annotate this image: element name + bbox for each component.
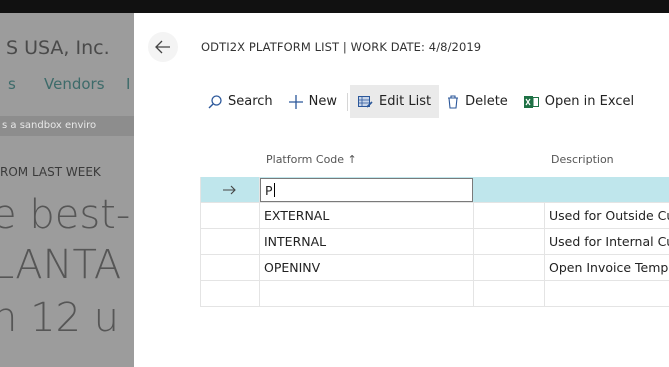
plus-icon [288,94,303,109]
description-cell[interactable]: Used for Internal Customers [545,229,669,254]
new-label: New [308,94,338,109]
top-bar [0,0,669,13]
column-header-description[interactable]: Description [551,153,614,166]
platform-code-cell[interactable] [260,281,474,306]
platform-list-dialog: ODTI2X PLATFORM LIST | WORK DATE: 4/8/20… [134,13,669,367]
platform-code-cell[interactable]: INTERNAL [260,229,474,254]
column-header-platform-code[interactable]: Platform Code ↑ [266,153,357,166]
text-caret [273,183,275,197]
nav-item-vendors: Vendors [44,75,105,93]
arrow-right-icon [223,185,236,194]
empty-cell [474,229,545,254]
description-cell[interactable]: Used for Outside Customers [545,203,669,228]
grid-header: Platform Code ↑ Description [200,143,669,177]
arrow-left-icon [155,40,170,54]
edit-list-icon [358,95,373,108]
platform-code-cell[interactable]: OPENINV [260,255,474,280]
empty-cell [474,281,545,306]
excel-icon [523,95,539,108]
row-indicator [200,177,260,202]
nav-item-partial: s [8,75,16,93]
row-selector[interactable] [200,203,260,228]
back-button[interactable] [148,32,178,62]
search-button[interactable]: Search [200,85,281,118]
platform-grid: Platform Code ↑ Description P EXTERNAL U… [200,143,669,307]
row-selector[interactable] [200,255,260,280]
headline-text-line-3: n 12 u [0,295,120,341]
row-selector[interactable] [200,281,260,306]
platform-code-input-value: P [265,183,273,198]
description-cell[interactable]: Open Invoice Template [545,255,669,280]
description-cell[interactable] [545,281,669,306]
page-title: ODTI2X PLATFORM LIST | WORK DATE: 4/8/20… [201,40,482,54]
trash-icon [448,94,459,109]
open-in-excel-button[interactable]: Open in Excel [516,85,642,118]
new-button[interactable]: New [281,85,345,118]
background-role-center: S USA, Inc. s Vendors I s a sandbox envi… [0,13,134,367]
table-row[interactable]: OPENINV Open Invoice Template [200,255,669,281]
open-in-excel-label: Open in Excel [544,94,635,109]
toolbar-divider [347,92,349,111]
table-row-new[interactable]: P [200,177,669,203]
platform-code-input[interactable]: P [260,178,473,202]
delete-label: Delete [465,94,508,109]
empty-cell [474,203,545,228]
table-row-empty[interactable] [200,281,669,307]
platform-code-cell[interactable]: EXTERNAL [260,203,474,228]
search-label: Search [228,94,273,109]
table-row[interactable]: INTERNAL Used for Internal Customers [200,229,669,255]
headline-label: ROM LAST WEEK [0,165,101,179]
sandbox-notice: s a sandbox enviro [0,116,134,136]
search-icon [208,94,222,108]
company-name: S USA, Inc. [6,37,110,59]
delete-button[interactable]: Delete [439,85,516,118]
headline-text-line-2: LANTA [0,242,122,288]
edit-list-button[interactable]: Edit List [350,85,440,118]
empty-cell [474,255,545,280]
headline-text-line-1: e best- [0,192,131,238]
action-bar: Search New Edit List Delete Open in Exce… [200,85,669,118]
table-row[interactable]: EXTERNAL Used for Outside Customers [200,203,669,229]
edit-list-label: Edit List [379,94,432,109]
row-selector[interactable] [200,229,260,254]
nav-item-partial-right: I [126,75,131,93]
